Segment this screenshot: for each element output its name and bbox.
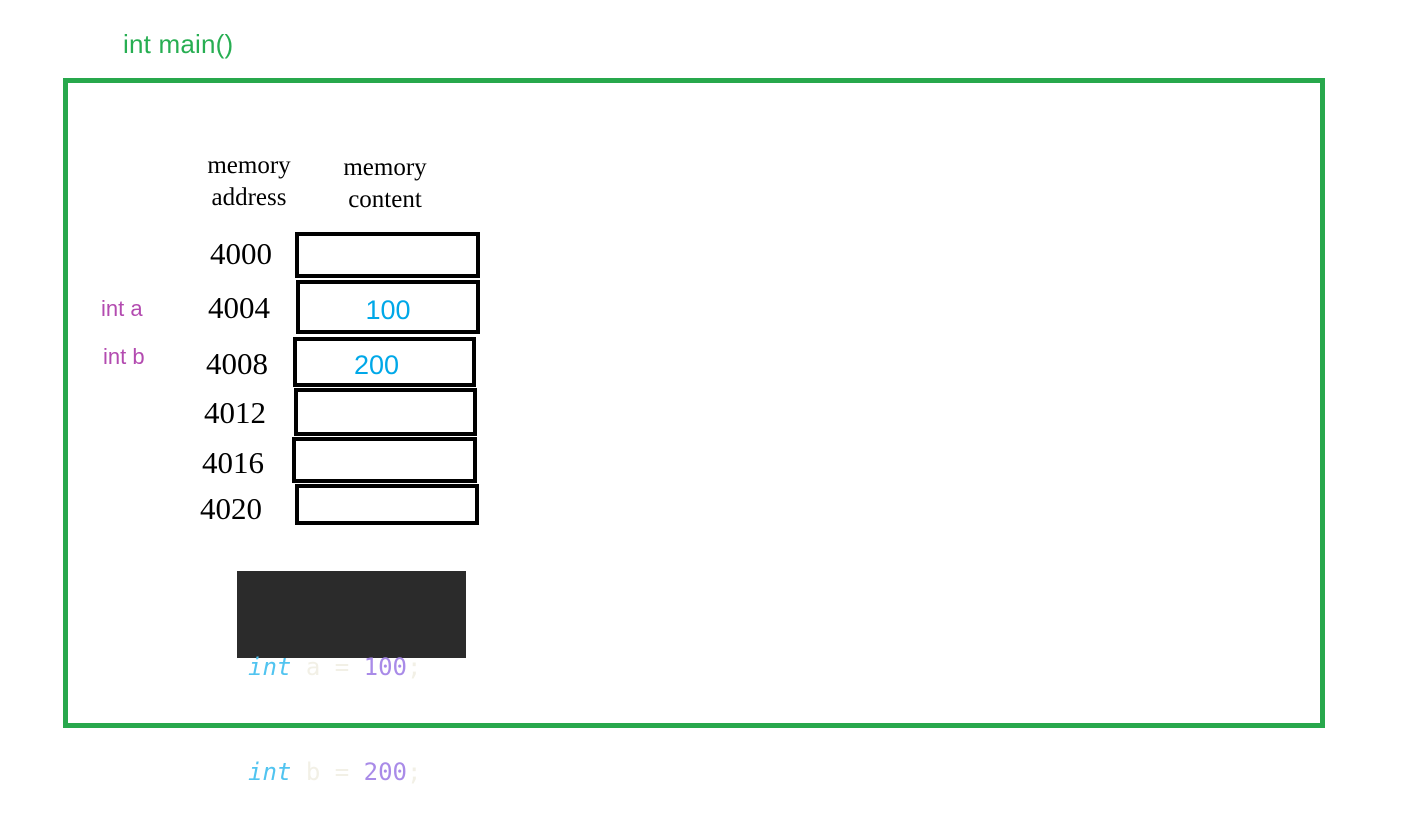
code-number-200: 200 (363, 758, 407, 786)
code-space-1c (349, 653, 363, 681)
code-line-1: int a = 100; (248, 650, 455, 685)
memory-address-4000: 4000 (210, 236, 272, 271)
code-space-2c (349, 758, 363, 786)
memory-cell-value-4012 (298, 392, 473, 402)
memory-cell-4012[interactable] (294, 388, 477, 436)
memory-address-4020: 4020 (200, 491, 262, 526)
code-snippet: int a = 100; int b = 200; (237, 571, 466, 786)
code-space-2b (320, 758, 334, 786)
function-title: int main() (123, 29, 234, 59)
variable-label-a: int a (101, 296, 143, 321)
memory-cell-4004[interactable]: 100 (296, 280, 480, 334)
memory-cell-4008[interactable]: 200 (293, 337, 476, 387)
memory-address-4008: 4008 (206, 346, 268, 381)
memory-address-4012: 4012 (204, 395, 266, 430)
memory-cell-value-4000 (299, 236, 476, 246)
memory-cell-4016[interactable] (292, 437, 477, 483)
code-space-1b (320, 653, 334, 681)
code-space-2a (291, 758, 305, 786)
memory-cell-value-4004: 100 (365, 295, 411, 325)
memory-content-column-header: memory content (343, 154, 427, 213)
memory-address-column-header: memory address (207, 152, 291, 211)
memory-cell-value-4008: 200 (353, 350, 400, 380)
code-number-100: 100 (363, 653, 407, 681)
code-operator-assign-1: = (334, 653, 350, 681)
memory-cell-4000[interactable] (295, 232, 480, 278)
code-identifier-b: b (305, 758, 321, 786)
code-operator-assign-2: = (334, 758, 350, 786)
memory-cell-value-4016 (296, 441, 473, 450)
code-identifier-a: a (305, 653, 321, 681)
memory-cell-4020[interactable] (295, 484, 479, 525)
memory-cell-value-4020 (299, 488, 475, 495)
variable-label-b: int b (103, 344, 145, 369)
code-keyword-int-1: int (248, 653, 292, 681)
code-semicolon-1: ; (406, 653, 422, 681)
memory-address-4016: 4016 (202, 445, 264, 480)
code-keyword-int-2: int (248, 758, 292, 786)
memory-address-4004: 4004 (208, 290, 270, 325)
code-semicolon-2: ; (406, 758, 422, 786)
code-line-2: int b = 200; (248, 755, 455, 790)
code-space-1a (291, 653, 305, 681)
